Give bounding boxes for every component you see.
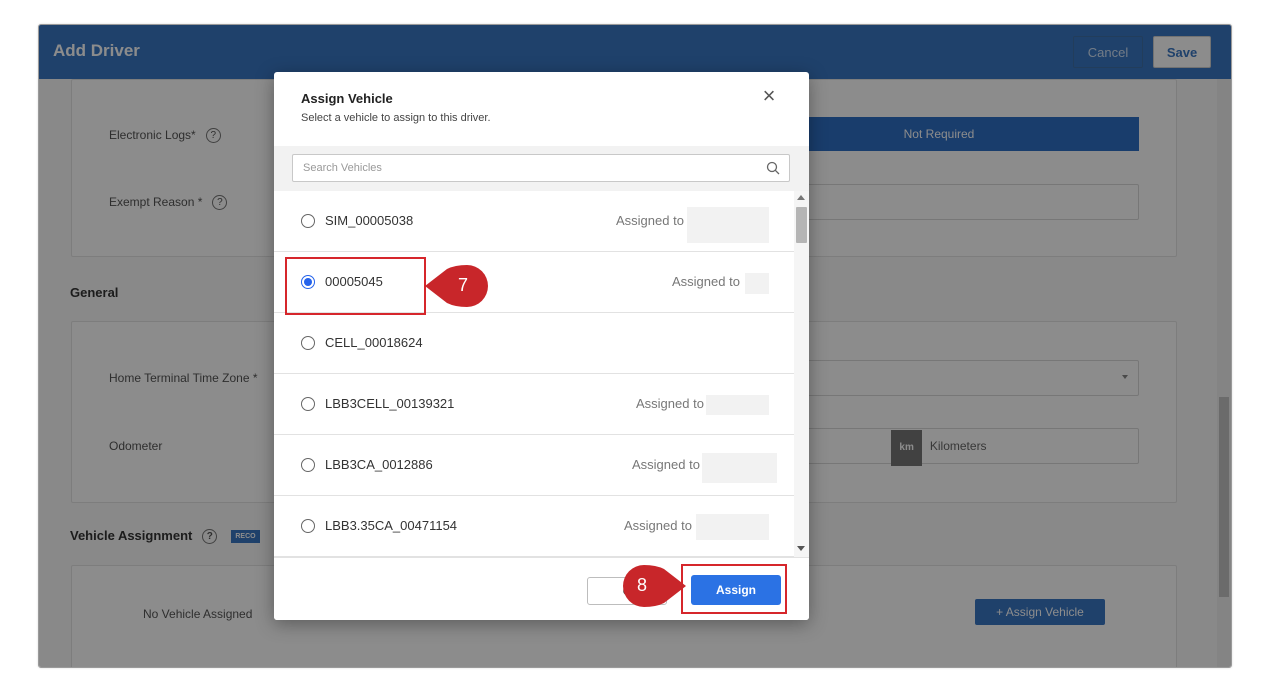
scroll-thumb[interactable] [796, 207, 807, 243]
redacted-driver-name [687, 207, 769, 243]
radio-button[interactable] [301, 458, 315, 472]
redacted-driver-name [706, 395, 769, 415]
vehicle-name: CELL_00018624 [325, 335, 423, 350]
vehicle-name: LBB3CELL_00139321 [325, 396, 455, 411]
assigned-to-label: Assigned to [616, 213, 684, 228]
vehicle-name: LBB3.35CA_00471154 [325, 518, 458, 533]
search-input[interactable] [292, 154, 790, 182]
redacted-driver-name [696, 514, 769, 540]
assigned-to-label: Assigned to [632, 457, 700, 472]
search-bar [274, 146, 809, 191]
assigned-to-label: Assigned to [636, 396, 704, 411]
vehicle-list: SIM_00005038 Assigned to 00005045 Assign… [274, 191, 794, 557]
assigned-to-label: Assigned to [624, 518, 692, 533]
dialog-title: Assign Vehicle [301, 91, 393, 106]
dialog-subtitle: Select a vehicle to assign to this drive… [301, 112, 491, 124]
close-icon[interactable]: × [758, 85, 780, 108]
step-8-number: 8 [637, 575, 648, 595]
vehicle-list-scrollbar[interactable] [794, 191, 809, 557]
scroll-up-icon[interactable] [797, 195, 805, 200]
vehicle-row[interactable]: LBB3CA_0012886 Assigned to [274, 435, 794, 496]
scroll-down-icon[interactable] [797, 546, 805, 551]
search-icon[interactable] [766, 161, 780, 175]
vehicle-name: SIM_00005038 [325, 213, 414, 228]
vehicle-row[interactable]: CELL_00018624 [274, 313, 794, 374]
radio-button[interactable] [301, 336, 315, 350]
step-8-callout-marker [623, 565, 686, 607]
assign-vehicle-dialog: Assign Vehicle Select a vehicle to assig… [274, 72, 809, 620]
redacted-driver-name [702, 453, 777, 483]
assigned-to-label: Assigned to [672, 274, 740, 289]
step-7-number: 7 [458, 275, 469, 295]
redacted-driver-name [745, 273, 769, 294]
step-7-highlight-box [285, 257, 426, 315]
vehicle-name: LBB3CA_0012886 [325, 457, 433, 472]
radio-button[interactable] [301, 214, 315, 228]
step-8-highlight-box [681, 564, 787, 614]
vehicle-row[interactable]: LBB3CELL_00139321 Assigned to [274, 374, 794, 435]
radio-button[interactable] [301, 519, 315, 533]
radio-button[interactable] [301, 397, 315, 411]
vehicle-row[interactable]: SIM_00005038 Assigned to [274, 191, 794, 252]
vehicle-row[interactable]: LBB3.35CA_00471154 Assigned to [274, 496, 794, 557]
